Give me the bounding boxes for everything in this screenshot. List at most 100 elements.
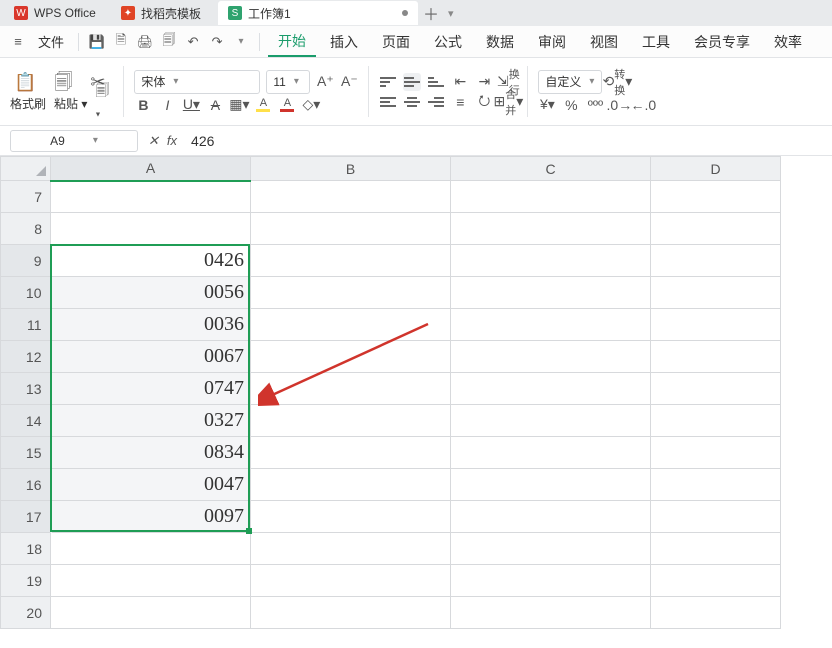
cell[interactable]: 0834 (51, 437, 251, 469)
font-color-icon[interactable]: A (278, 96, 296, 114)
tab-list-button[interactable]: ▾ (444, 7, 458, 20)
row-header[interactable]: 13 (1, 373, 51, 405)
tab-view[interactable]: 视图 (580, 28, 628, 56)
cell[interactable]: 0056 (51, 277, 251, 309)
print-preview-icon[interactable]: 🗐 (159, 32, 179, 52)
hamburger-icon[interactable]: ≡ (8, 32, 28, 52)
save-icon[interactable]: 💾 (87, 32, 107, 52)
paste-label[interactable]: 粘贴 ▾ (54, 95, 87, 112)
cell[interactable] (651, 597, 781, 629)
align-center-icon[interactable] (403, 93, 421, 111)
cell[interactable] (451, 341, 651, 373)
number-format-select[interactable]: 自定义 ▾ (538, 70, 602, 94)
row-header[interactable]: 11 (1, 309, 51, 341)
row-header[interactable]: 12 (1, 341, 51, 373)
cell[interactable] (251, 181, 451, 213)
row-header[interactable]: 7 (1, 181, 51, 213)
cell[interactable] (451, 213, 651, 245)
col-header-D[interactable]: D (651, 157, 781, 181)
workbook-tab[interactable]: S 工作簿1 (218, 1, 418, 25)
italic-icon[interactable]: I (158, 96, 176, 114)
row-header[interactable]: 8 (1, 213, 51, 245)
cell[interactable] (251, 341, 451, 373)
cell[interactable]: 0426 (51, 245, 251, 277)
cell[interactable] (651, 245, 781, 277)
clear-format-icon[interactable]: ◇▾ (302, 96, 320, 114)
cell[interactable] (451, 469, 651, 501)
cell[interactable] (651, 405, 781, 437)
row-header[interactable]: 10 (1, 277, 51, 309)
row-header[interactable]: 18 (1, 533, 51, 565)
cell[interactable] (651, 501, 781, 533)
row-header[interactable]: 14 (1, 405, 51, 437)
app-tab[interactable]: W WPS Office (4, 1, 110, 25)
font-size-select[interactable]: 11 ▾ (266, 70, 310, 94)
fx-icon[interactable]: fx (167, 133, 177, 148)
cell[interactable] (651, 533, 781, 565)
col-header-B[interactable]: B (251, 157, 451, 181)
decrease-indent-icon[interactable]: ⇤ (451, 73, 469, 91)
cell[interactable] (51, 565, 251, 597)
cell[interactable] (451, 437, 651, 469)
align-left-icon[interactable] (379, 93, 397, 111)
row-header[interactable]: 16 (1, 469, 51, 501)
strikethrough-icon[interactable]: A (206, 96, 224, 114)
merge-button[interactable]: ⊞ 合并 ▾ (499, 93, 517, 111)
cell[interactable] (651, 437, 781, 469)
cell[interactable] (251, 469, 451, 501)
qat-dropdown-icon[interactable]: ▾ (231, 32, 251, 52)
thousands-icon[interactable]: ººº (586, 96, 604, 114)
cell[interactable] (251, 373, 451, 405)
tab-data[interactable]: 数据 (476, 28, 524, 56)
format-painter-button[interactable]: 📋 (10, 71, 40, 93)
cell[interactable] (651, 373, 781, 405)
cell[interactable]: 0067 (51, 341, 251, 373)
tab-tools[interactable]: 工具 (632, 28, 680, 56)
percent-icon[interactable]: % (562, 96, 580, 114)
cell[interactable] (651, 213, 781, 245)
decrease-font-icon[interactable]: A⁻ (340, 73, 358, 91)
cancel-icon[interactable]: ✕ (148, 133, 159, 149)
tab-efficiency[interactable]: 效率 (764, 28, 812, 56)
cell[interactable] (251, 277, 451, 309)
cell[interactable] (251, 437, 451, 469)
cell[interactable]: 0047 (51, 469, 251, 501)
spreadsheet-grid[interactable]: A B C D 78904261000561100361200671307471… (0, 156, 832, 648)
new-tab-button[interactable]: ＋ (419, 1, 443, 25)
cell[interactable] (51, 533, 251, 565)
font-name-select[interactable]: 宋体 ▾ (134, 70, 260, 94)
cell[interactable] (51, 213, 251, 245)
cell[interactable] (451, 533, 651, 565)
align-top-icon[interactable] (379, 73, 397, 91)
underline-icon[interactable]: U▾ (182, 96, 200, 114)
cell[interactable] (451, 181, 651, 213)
file-menu[interactable]: 文件 (32, 32, 70, 51)
cell[interactable] (251, 309, 451, 341)
cell[interactable] (251, 597, 451, 629)
copy-button[interactable]: 🗐 (50, 71, 76, 93)
cell[interactable] (651, 469, 781, 501)
tab-page[interactable]: 页面 (372, 28, 420, 56)
cell[interactable] (651, 309, 781, 341)
export-icon[interactable]: 🗎 (111, 32, 131, 52)
cell[interactable] (651, 181, 781, 213)
orientation-icon[interactable]: ⭮ (475, 93, 493, 111)
cell[interactable] (251, 245, 451, 277)
undo-icon[interactable]: ↶ (183, 32, 203, 52)
cell[interactable]: 0327 (51, 405, 251, 437)
row-header[interactable]: 19 (1, 565, 51, 597)
cell[interactable] (251, 533, 451, 565)
convert-button[interactable]: ⟲ 转换 ▾ (608, 73, 626, 91)
cell[interactable] (451, 373, 651, 405)
tab-member[interactable]: 会员专享 (684, 28, 760, 56)
cell[interactable] (451, 501, 651, 533)
row-header[interactable]: 20 (1, 597, 51, 629)
cell[interactable] (251, 405, 451, 437)
tab-review[interactable]: 审阅 (528, 28, 576, 56)
cell[interactable] (51, 181, 251, 213)
format-painter-label[interactable]: 格式刷 (10, 95, 46, 112)
select-all-corner[interactable] (1, 157, 51, 181)
cell[interactable] (51, 597, 251, 629)
decrease-decimal-icon[interactable]: ←.0 (634, 96, 652, 114)
name-box[interactable]: A9 ▾ (10, 130, 138, 152)
